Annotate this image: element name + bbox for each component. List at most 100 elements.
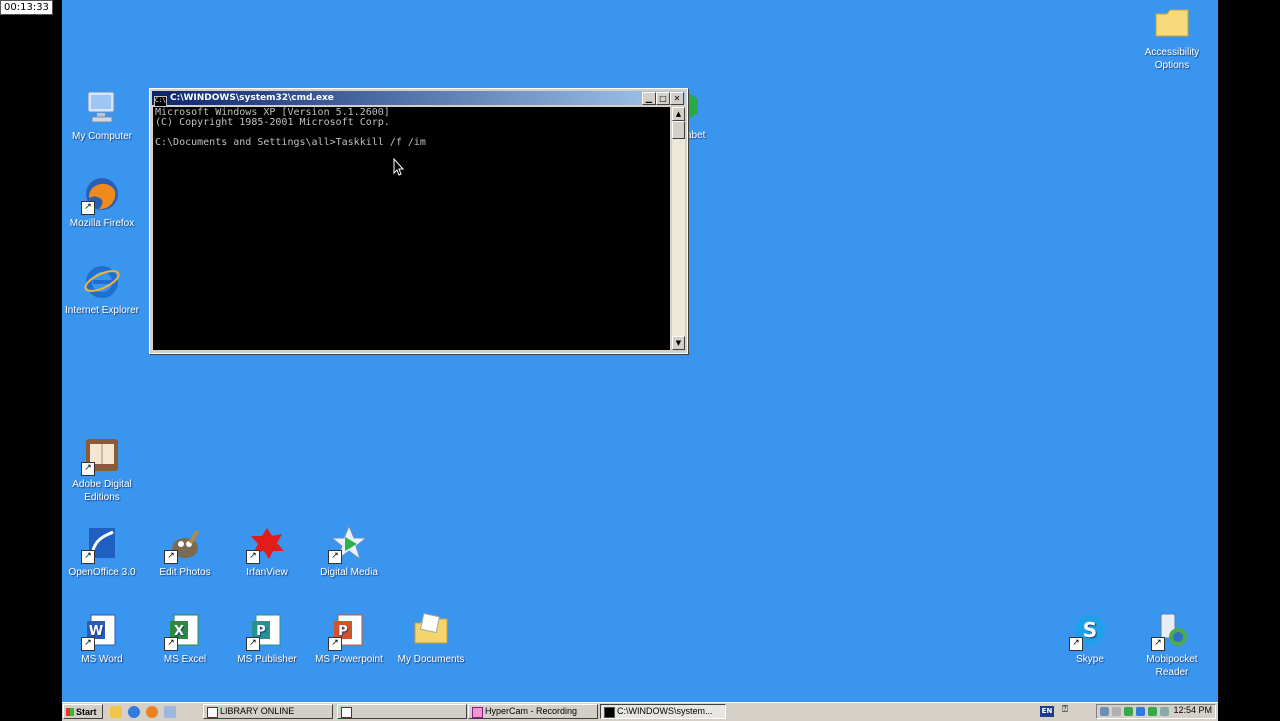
maximize-button[interactable]: □: [656, 92, 670, 105]
scroll-thumb[interactable]: [672, 121, 685, 139]
scroll-down-arrow-icon[interactable]: ▼: [672, 336, 685, 350]
icon-label: Mozilla Firefox: [69, 218, 135, 229]
icon-label: Digital Media: [320, 567, 378, 578]
desktop-icon-irfanview[interactable]: ↗ IrfanView: [225, 524, 309, 579]
security-tray-icon[interactable]: [1112, 707, 1121, 716]
recording-timer: 00:13:33: [0, 0, 53, 15]
desktop-icon-my-documents[interactable]: My Documents: [389, 611, 473, 666]
icon-label: Skype: [1076, 654, 1104, 665]
task-library-online[interactable]: LIBRARY ONLINE: [203, 704, 333, 719]
ms-word-icon: W ↗: [81, 611, 121, 651]
desktop-icon-ms-excel[interactable]: X ↗ MS Excel: [143, 611, 227, 666]
desktop-icon-accessibility-options[interactable]: Accessibility Options: [1130, 4, 1214, 72]
desktop-icon-openoffice[interactable]: ↗ OpenOffice 3.0: [62, 524, 144, 579]
task-app-icon: [341, 707, 352, 718]
folder-icon: [412, 611, 450, 649]
cmd-window[interactable]: C:\ C:\WINDOWS\system32\cmd.exe ▁ □ ✕ Mic…: [149, 88, 688, 354]
clock[interactable]: 12:54 PM: [1173, 705, 1212, 715]
svg-text:S: S: [1083, 618, 1097, 642]
shortcut-arrow-icon: ↗: [164, 637, 178, 651]
firefox-quicklaunch-icon[interactable]: [146, 706, 158, 718]
icon-label: OpenOffice 3.0: [68, 567, 136, 578]
desktop-icon-skype[interactable]: S ↗ Skype: [1048, 611, 1132, 666]
hypercam-icon: [472, 707, 483, 718]
icon-label: MS Powerpoint: [315, 654, 383, 665]
desktop-icon-ms-powerpoint[interactable]: P ↗ MS Powerpoint: [307, 611, 391, 666]
digital-media-icon: ↗: [328, 524, 368, 564]
mouse-cursor-icon: [393, 158, 405, 176]
desktop: My Computer ↗ Mozilla Firefox Internet E…: [62, 0, 1218, 702]
language-help-icon[interactable]: ⍰: [1062, 704, 1068, 715]
shortcut-arrow-icon: ↗: [328, 637, 342, 651]
shortcut-arrow-icon: ↗: [246, 637, 260, 651]
icon-label: MS Excel: [163, 654, 207, 665]
minimize-button[interactable]: ▁: [642, 92, 656, 105]
shortcut-arrow-icon: ↗: [1151, 637, 1165, 651]
show-desktop-quicklaunch-icon[interactable]: [110, 706, 122, 718]
system-tray: 12:54 PM: [1096, 704, 1216, 719]
volume-tray-icon[interactable]: [1160, 707, 1169, 716]
cmd-title-bar[interactable]: C:\ C:\WINDOWS\system32\cmd.exe ▁ □ ✕: [152, 91, 685, 107]
partial-icon-label: abet: [686, 130, 706, 141]
shortcut-arrow-icon: ↗: [81, 201, 95, 215]
irfanview-icon: ↗: [246, 524, 286, 564]
ms-excel-icon: X ↗: [164, 611, 204, 651]
start-button[interactable]: Start: [63, 704, 103, 719]
ie-quicklaunch-icon[interactable]: [128, 706, 140, 718]
icon-label: IrfanView: [246, 567, 288, 578]
shortcut-arrow-icon: ↗: [328, 550, 342, 564]
shortcut-arrow-icon: ↗: [81, 550, 95, 564]
task-app-icon: [207, 707, 218, 718]
update-tray-icon[interactable]: [1124, 707, 1133, 716]
icon-label: Accessibility Options: [1144, 47, 1200, 71]
desktop-icon-ms-publisher[interactable]: P ↗ MS Publisher: [225, 611, 309, 666]
taskbar: Start LIBRARY ONLINE HyperCam - Recordin…: [62, 702, 1218, 721]
shortcut-arrow-icon: ↗: [81, 637, 95, 651]
mobipocket-icon: ↗: [1151, 611, 1191, 651]
ms-publisher-icon: P ↗: [246, 611, 286, 651]
vertical-scrollbar[interactable]: ▲ ▼: [672, 107, 685, 350]
icon-label: Internet Explorer: [65, 305, 139, 316]
folder-icon: [1153, 4, 1191, 42]
shortcut-arrow-icon: ↗: [246, 550, 260, 564]
shortcut-arrow-icon: ↗: [164, 550, 178, 564]
task-hypercam[interactable]: HyperCam - Recording: [468, 704, 598, 719]
cmd-window-title: C:\WINDOWS\system32\cmd.exe: [170, 93, 334, 103]
media-quicklaunch-icon[interactable]: [164, 706, 176, 718]
antivirus-tray-icon[interactable]: [1136, 707, 1145, 716]
desktop-icon-digital-media[interactable]: ↗ Digital Media: [307, 524, 391, 579]
language-indicator[interactable]: EN: [1040, 706, 1054, 717]
safely-remove-tray-icon[interactable]: [1148, 707, 1157, 716]
desktop-icon-mobipocket-reader[interactable]: ↗ Mobipocket Reader: [1130, 611, 1214, 679]
shortcut-arrow-icon: ↗: [81, 462, 95, 476]
windows-logo-icon: [66, 708, 74, 716]
desktop-icon-mozilla-firefox[interactable]: ↗ Mozilla Firefox: [62, 175, 144, 230]
network-tray-icon[interactable]: [1100, 707, 1109, 716]
scroll-up-arrow-icon[interactable]: ▲: [672, 107, 685, 121]
desktop-icon-edit-photos[interactable]: ↗ Edit Photos: [143, 524, 227, 579]
icon-label: MS Word: [81, 654, 123, 665]
shortcut-arrow-icon: ↗: [1069, 637, 1083, 651]
skype-icon: S ↗: [1069, 611, 1109, 651]
firefox-icon: ↗: [81, 175, 121, 215]
icon-label: Mobipocket Reader: [1146, 654, 1198, 678]
close-button[interactable]: ✕: [670, 92, 684, 105]
icon-label: Adobe Digital Editions: [72, 479, 132, 503]
console-output[interactable]: Microsoft Windows XP [Version 5.1.2600] …: [153, 107, 670, 350]
desktop-icon-my-computer[interactable]: My Computer: [62, 88, 144, 143]
internet-explorer-icon: [83, 262, 121, 300]
cmd-app-icon: [604, 707, 615, 718]
desktop-icon-ms-word[interactable]: W ↗ MS Word: [62, 611, 144, 666]
desktop-icon-adobe-digital-editions[interactable]: ↗ Adobe Digital Editions: [62, 436, 144, 504]
task-cmd[interactable]: C:\WINDOWS\system...: [600, 704, 726, 719]
icon-label: My Documents: [397, 654, 465, 665]
openoffice-icon: ↗: [81, 524, 121, 564]
gimp-icon: ↗: [164, 524, 204, 564]
icon-label: MS Publisher: [237, 654, 297, 665]
icon-label: Edit Photos: [159, 567, 211, 578]
desktop-icon-internet-explorer[interactable]: Internet Explorer: [62, 262, 144, 317]
computer-icon: [83, 88, 121, 126]
icon-label: My Computer: [71, 131, 132, 142]
task-untitled[interactable]: [337, 704, 467, 719]
cmd-system-icon[interactable]: C:\: [154, 96, 167, 107]
